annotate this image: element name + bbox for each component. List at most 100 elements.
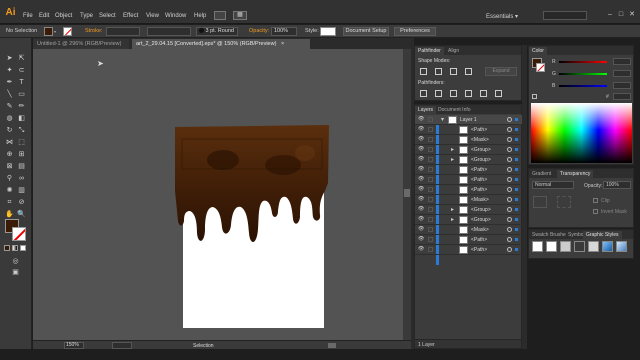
tab-layers[interactable]: Layers xyxy=(415,106,437,114)
blue-slider[interactable] xyxy=(559,85,607,87)
bridge-button[interactable] xyxy=(214,11,226,20)
layer-row[interactable]: 👁 <Path> xyxy=(415,245,522,255)
lock-toggle[interactable] xyxy=(428,197,433,202)
tab-graphic-styles[interactable]: Graphic Styles xyxy=(583,231,622,239)
chevron-down-icon[interactable]: ▾ xyxy=(441,116,444,123)
search-input[interactable] xyxy=(543,11,587,20)
target-icon[interactable] xyxy=(507,157,512,162)
invert-mask-checkbox[interactable] xyxy=(593,209,598,214)
doc-tab-untitled[interactable]: Untitled-1 @ 296% (RGB/Preview) × xyxy=(33,39,129,57)
scale-tool-icon[interactable]: ⤡ xyxy=(17,126,26,135)
menu-edit[interactable]: Edit xyxy=(39,13,49,19)
panel-dock-scroll[interactable] xyxy=(522,45,527,349)
tab-color[interactable]: Color xyxy=(529,47,547,55)
tab-gradient[interactable]: Gradient xyxy=(529,170,554,178)
document-setup-button[interactable]: Document Setup xyxy=(343,27,389,36)
perspective-grid-tool-icon[interactable]: ⊞ xyxy=(17,150,26,159)
unite-icon[interactable] xyxy=(420,68,427,75)
selection-indicator[interactable] xyxy=(515,208,518,211)
stroke-label[interactable]: Stroke: xyxy=(85,28,102,34)
artboard-tool-icon[interactable]: ⌗ xyxy=(5,198,14,207)
slice-tool-icon[interactable]: ⊘ xyxy=(17,198,26,207)
selection-indicator[interactable] xyxy=(515,228,518,231)
lock-toggle[interactable] xyxy=(428,167,433,172)
layer-row[interactable]: 👁 ▸ <Group> xyxy=(415,215,522,225)
draw-mode-icon[interactable]: ◎ xyxy=(11,257,20,266)
paintbrush-tool-icon[interactable]: ✎ xyxy=(5,102,14,111)
layer-row[interactable]: 👁 <Path> xyxy=(415,235,522,245)
shape-builder-tool-icon[interactable]: ⊕ xyxy=(5,150,14,159)
blend-tool-icon[interactable]: ∞ xyxy=(17,174,26,183)
arrange-documents-button[interactable]: ▦ xyxy=(233,11,247,20)
close-icon[interactable]: ✕ xyxy=(628,11,636,19)
lock-toggle[interactable] xyxy=(428,127,433,132)
red-slider[interactable] xyxy=(559,61,607,63)
canvas-area[interactable]: ➤ xyxy=(33,49,403,340)
tab-transparency[interactable]: Transparency xyxy=(557,170,594,178)
color-spectrum[interactable] xyxy=(531,103,632,163)
brush-definition-select[interactable]: 3 pt. Round xyxy=(196,27,238,36)
lock-toggle[interactable] xyxy=(428,207,433,212)
color-stroke-box[interactable] xyxy=(536,63,545,72)
zoom-tool-icon[interactable]: 🔍 xyxy=(17,210,26,219)
lock-toggle[interactable] xyxy=(428,157,433,162)
style-swatch-6[interactable] xyxy=(602,241,613,252)
visibility-eye-icon[interactable]: 👁 xyxy=(418,157,424,162)
opacity-field[interactable]: 100% xyxy=(271,27,297,36)
width-tool-icon[interactable]: ⋈ xyxy=(5,138,14,147)
target-icon[interactable] xyxy=(507,197,512,202)
color-mode-button[interactable] xyxy=(4,245,10,251)
menu-object[interactable]: Object xyxy=(55,13,72,19)
layer-row[interactable]: 👁 <Path> xyxy=(415,125,522,135)
style-swatch-7[interactable] xyxy=(616,241,627,252)
crop-icon[interactable] xyxy=(465,90,472,97)
magic-wand-tool-icon[interactable]: ✦ xyxy=(5,66,14,75)
chevron-down-icon[interactable]: ▾ xyxy=(54,29,59,34)
selection-indicator[interactable] xyxy=(515,168,518,171)
symbol-sprayer-tool-icon[interactable]: ✺ xyxy=(5,186,14,195)
selection-indicator[interactable] xyxy=(515,138,518,141)
none-color-box[interactable] xyxy=(532,94,537,99)
visibility-eye-icon[interactable]: 👁 xyxy=(418,127,424,132)
selection-indicator[interactable] xyxy=(515,198,518,201)
chevron-right-icon[interactable]: ▸ xyxy=(451,206,454,213)
menu-effect[interactable]: Effect xyxy=(123,13,138,19)
lock-toggle[interactable] xyxy=(428,217,433,222)
selection-indicator[interactable] xyxy=(515,178,518,181)
opacity-field[interactable]: 100% xyxy=(603,181,631,189)
free-transform-tool-icon[interactable]: ⬚ xyxy=(17,138,26,147)
selection-indicator[interactable] xyxy=(515,218,518,221)
workspace-switcher[interactable]: Essentials ▾ xyxy=(486,13,518,20)
tab-align[interactable]: Align xyxy=(445,47,462,55)
target-icon[interactable] xyxy=(507,227,512,232)
artboard-navigation[interactable] xyxy=(112,342,132,349)
pencil-tool-icon[interactable]: ✏ xyxy=(17,102,26,111)
target-icon[interactable] xyxy=(507,177,512,182)
direct-selection-tool-icon[interactable]: ⇱ xyxy=(17,54,26,63)
selection-indicator[interactable] xyxy=(515,148,518,151)
vertical-scrollbar[interactable] xyxy=(403,49,411,340)
target-icon[interactable] xyxy=(507,187,512,192)
style-swatch-4[interactable] xyxy=(574,241,585,252)
visibility-eye-icon[interactable]: 👁 xyxy=(418,227,424,232)
lock-toggle[interactable] xyxy=(428,187,433,192)
layer-row[interactable]: 👁 <Mask> xyxy=(415,195,522,205)
lasso-tool-icon[interactable]: ⊂ xyxy=(17,66,26,75)
clip-checkbox[interactable] xyxy=(593,198,598,203)
style-swatch-default[interactable] xyxy=(532,241,543,252)
target-icon[interactable] xyxy=(507,207,512,212)
target-icon[interactable] xyxy=(507,167,512,172)
eyedropper-tool-icon[interactable]: ⚲ xyxy=(5,174,14,183)
horizontal-scroll-thumb[interactable] xyxy=(328,343,336,348)
style-swatch-5[interactable] xyxy=(588,241,599,252)
menu-help[interactable]: Help xyxy=(194,13,206,19)
layer-row[interactable]: 👁 ▸ <Group> xyxy=(415,155,522,165)
zoom-field[interactable]: 150% xyxy=(64,342,84,349)
selection-tool-icon[interactable]: ➤ xyxy=(5,54,14,63)
lock-toggle[interactable] xyxy=(428,237,433,242)
minus-front-icon[interactable] xyxy=(435,68,442,75)
selection-indicator[interactable] xyxy=(515,118,518,121)
visibility-eye-icon[interactable]: 👁 xyxy=(418,237,424,242)
column-graph-tool-icon[interactable]: ▥ xyxy=(17,186,26,195)
visibility-eye-icon[interactable]: 👁 xyxy=(418,147,424,152)
